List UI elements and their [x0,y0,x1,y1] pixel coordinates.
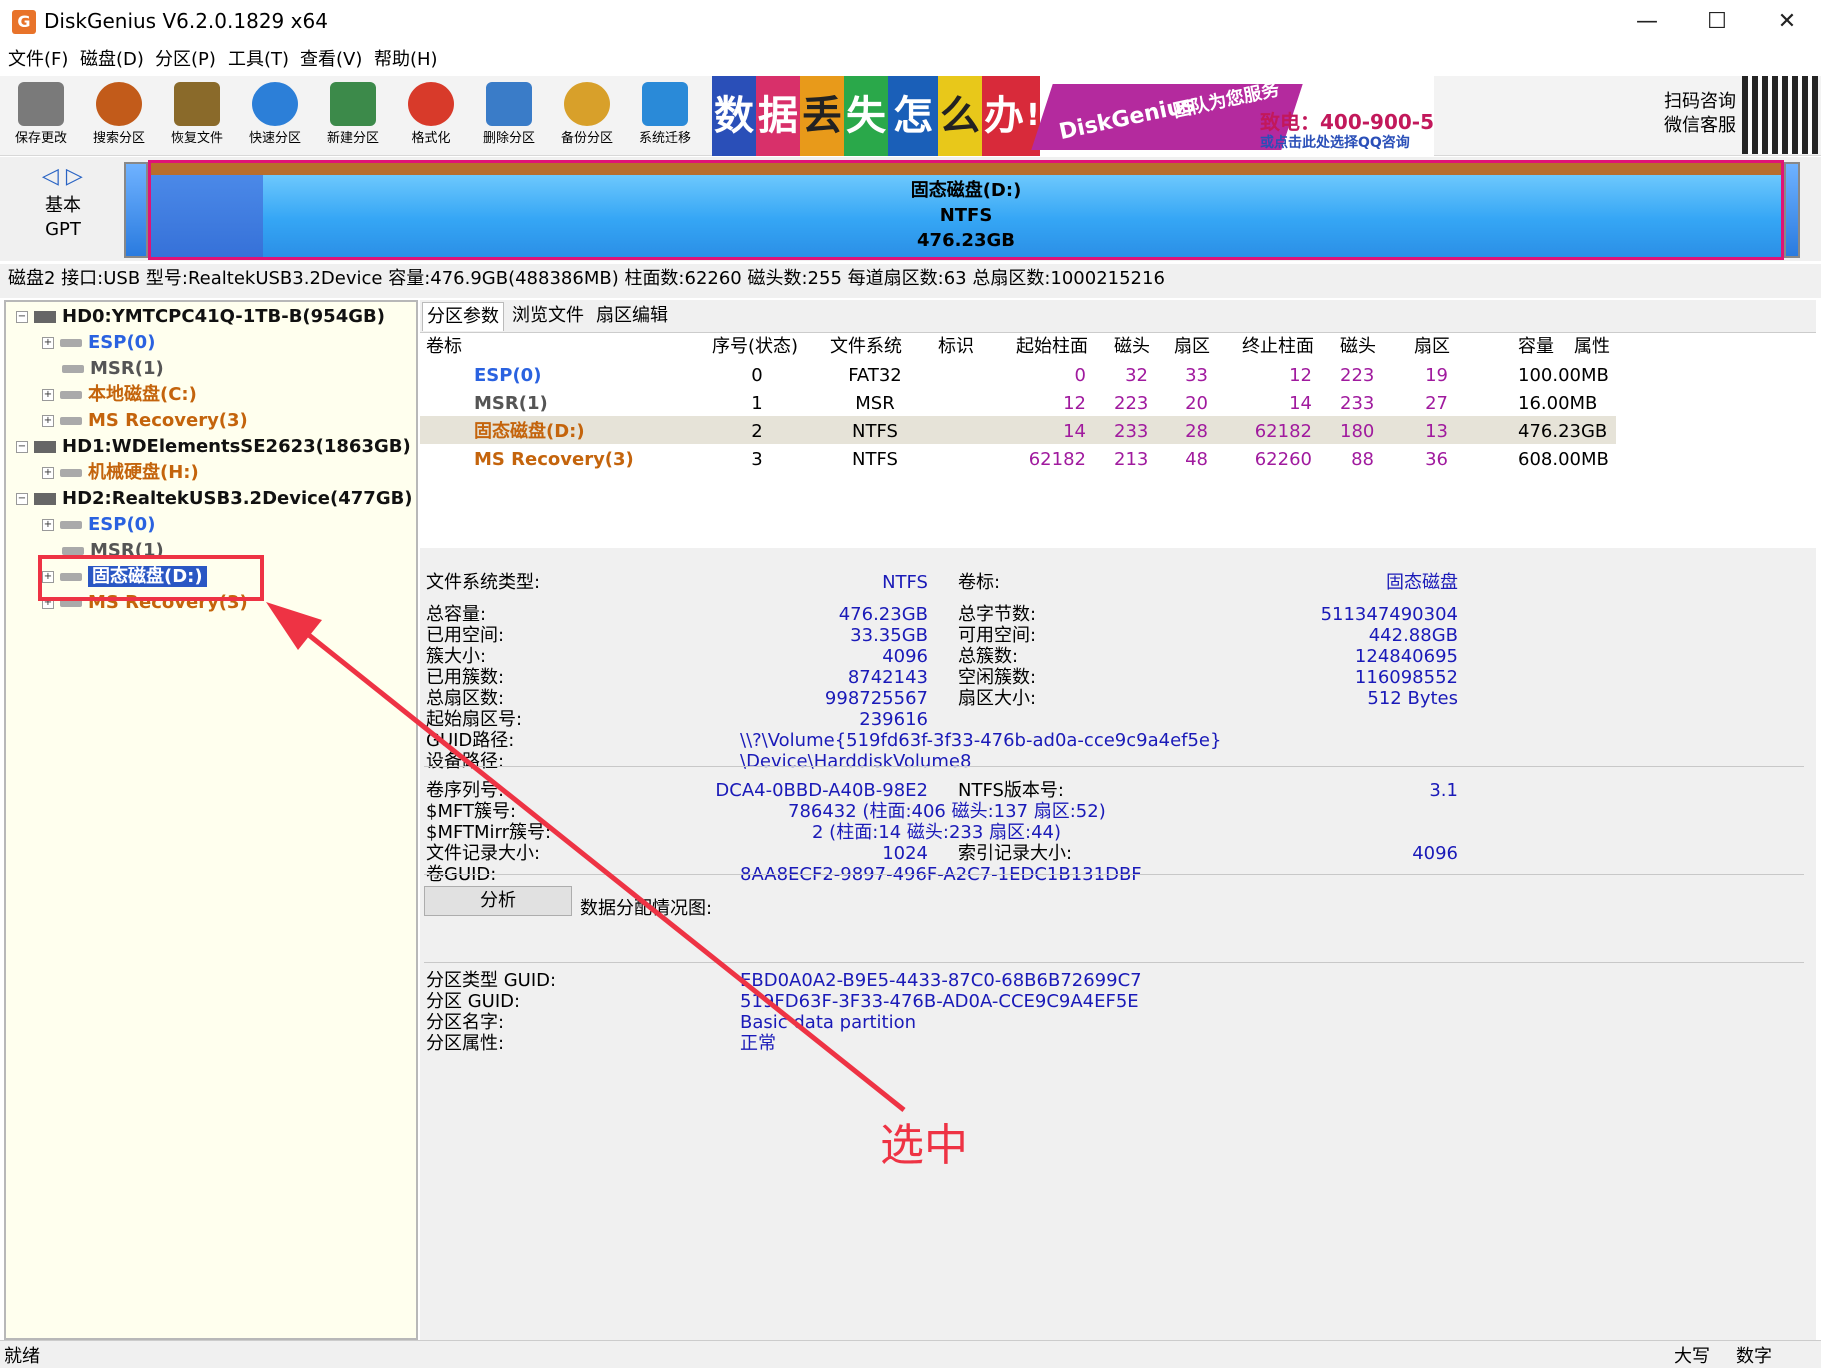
status-num: 数字 [1736,1346,1772,1367]
arrow-line [288,618,906,1112]
status-ready: 就绪 [4,1346,40,1367]
status-bar [0,1340,1821,1368]
annotation-text: 选中 [880,1120,968,1171]
arrow-head [266,602,322,650]
status-caps: 大写 [1674,1346,1710,1367]
